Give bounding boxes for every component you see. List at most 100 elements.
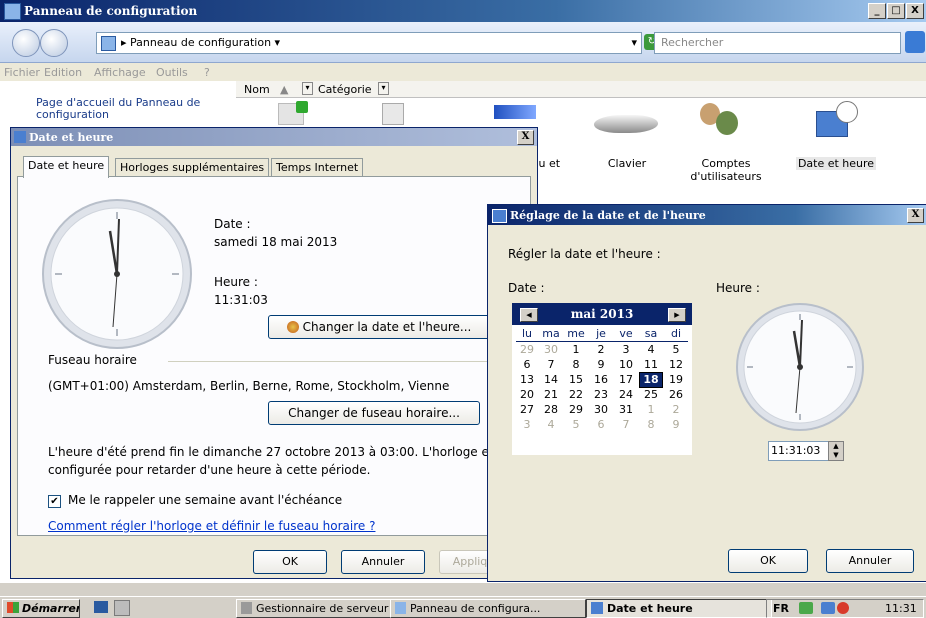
item-label-users[interactable]: Comptes d'utilisateurs (686, 157, 766, 183)
calendar-day[interactable]: 28 (540, 403, 562, 417)
calendar-day[interactable]: 27 (516, 403, 538, 417)
change-timezone-button[interactable]: Changer de fuseau horaire... (268, 401, 480, 425)
calendar-day[interactable]: 22 (565, 388, 587, 402)
alert-icon[interactable] (837, 602, 849, 614)
cancel-button[interactable]: Annuler (826, 549, 914, 573)
calendar-day[interactable]: 26 (665, 388, 687, 402)
calendar-day[interactable]: 29 (565, 403, 587, 417)
calendar-day[interactable]: 5 (565, 418, 587, 432)
calendar-day[interactable]: 31 (615, 403, 637, 417)
calendar-day[interactable]: 21 (540, 388, 562, 402)
next-month-icon[interactable]: ▶ (668, 308, 686, 322)
calendar-day[interactable]: 7 (615, 418, 637, 432)
calendar-day[interactable]: 8 (640, 418, 662, 432)
calendar-day[interactable]: 30 (590, 403, 612, 417)
menu-help[interactable]: ? (204, 66, 210, 79)
calendar-day[interactable]: 9 (665, 418, 687, 432)
calendar-day[interactable]: 9 (590, 358, 612, 372)
calendar-day[interactable]: 18 (639, 372, 663, 388)
chevron-down-icon[interactable]: ▾ (271, 36, 281, 49)
close-button[interactable]: X (906, 3, 924, 19)
calendar-day[interactable]: 2 (665, 403, 687, 417)
change-date-time-button[interactable]: Changer la date et l'heure... (268, 315, 490, 339)
search-icon[interactable] (905, 31, 925, 53)
keyboard-icon[interactable] (592, 115, 660, 133)
calendar-day[interactable]: 16 (590, 373, 612, 387)
reminder-label[interactable]: Me le rappeler une semaine avant l'échéa… (68, 493, 342, 507)
task-server-manager[interactable]: Gestionnaire de serveur (236, 599, 392, 618)
search-input[interactable]: Rechercher (654, 32, 901, 54)
control-panel-titlebar[interactable]: Panneau de configuration _ □ X (0, 0, 926, 22)
document-icon[interactable] (382, 103, 404, 125)
calendar-day[interactable]: 4 (540, 418, 562, 432)
back-icon[interactable] (12, 29, 40, 57)
calendar-day[interactable]: 6 (590, 418, 612, 432)
close-button[interactable]: X (907, 208, 924, 223)
column-name[interactable]: Nom (244, 83, 270, 96)
maximize-button[interactable]: □ (887, 3, 905, 19)
forward-icon[interactable] (40, 29, 68, 57)
calendar-day[interactable]: 5 (665, 343, 687, 357)
calendar-day[interactable]: 3 (516, 418, 538, 432)
calendar-day[interactable]: 12 (665, 358, 687, 372)
calendar-day[interactable]: 17 (615, 373, 637, 387)
start-button[interactable]: Démarrer (2, 599, 80, 618)
calendar-day[interactable]: 14 (540, 373, 562, 387)
monitor-icon[interactable] (821, 602, 835, 614)
calendar-day[interactable]: 4 (640, 343, 662, 357)
calendar[interactable]: ◀ mai 2013 ▶ lu ma me je ve sa di 29 30 1 2 3 4 5 6 7 8… (512, 303, 692, 455)
calendar-day[interactable]: 6 (516, 358, 538, 372)
tray-clock[interactable]: 11:31 (885, 602, 917, 615)
tab-date-time[interactable]: Date et heure (23, 156, 110, 178)
address-field[interactable]: ▸ Panneau de configuration ▾ ▾ (96, 32, 642, 54)
dialog-titlebar[interactable]: Réglage de la date et de l'heure X (488, 205, 926, 225)
minimize-button[interactable]: _ (868, 3, 886, 19)
language-indicator[interactable]: FR (773, 602, 789, 615)
calendar-day[interactable]: 10 (615, 358, 637, 372)
home-link[interactable]: Page d'accueil du Panneau de configurati… (36, 97, 216, 121)
calendar-day[interactable]: 1 (565, 343, 587, 357)
calendar-day[interactable]: 15 (565, 373, 587, 387)
calendar-day[interactable]: 7 (540, 358, 562, 372)
dialog-titlebar[interactable]: Date et heure X (11, 128, 537, 146)
calendar-day[interactable]: 8 (565, 358, 587, 372)
calendar-day[interactable]: 29 (516, 343, 538, 357)
task-date-time[interactable]: Date et heure (586, 599, 772, 618)
ok-button[interactable]: OK (728, 549, 808, 573)
time-input[interactable]: 11:31:03 (768, 441, 830, 461)
task-control-panel[interactable]: Panneau de configura... (390, 599, 586, 618)
address-dropdown-icon[interactable]: ▾ (631, 36, 637, 49)
server-manager-quick-icon[interactable] (114, 600, 130, 616)
column-filter-icon[interactable]: ▾ (302, 82, 313, 95)
menu-outils[interactable]: Outils (156, 66, 188, 79)
ok-button[interactable]: OK (253, 550, 327, 574)
tab-additional-clocks[interactable]: Horloges supplémentaires (115, 158, 270, 177)
menu-affichage[interactable]: Affichage (94, 66, 146, 79)
reminder-checkbox[interactable]: ✔ (48, 495, 61, 508)
item-label-keyboard[interactable]: Clavier (602, 157, 652, 170)
cancel-button[interactable]: Annuler (341, 550, 425, 574)
calendar-day[interactable]: 23 (590, 388, 612, 402)
help-link[interactable]: Comment régler l'horloge et définir le f… (48, 519, 375, 533)
calendar-day[interactable]: 13 (516, 373, 538, 387)
calendar-day[interactable]: 19 (665, 373, 687, 387)
menu-edition[interactable]: Edition (44, 66, 82, 79)
calendar-day[interactable]: 20 (516, 388, 538, 402)
calendar-day[interactable]: 25 (640, 388, 662, 402)
column-category[interactable]: Catégorie (318, 83, 372, 96)
tab-internet-time[interactable]: Temps Internet (271, 158, 364, 177)
calendar-day[interactable]: 2 (590, 343, 612, 357)
close-button[interactable]: X (517, 130, 534, 145)
calendar-day[interactable]: 3 (615, 343, 637, 357)
item-label-date-time[interactable]: Date et heure (796, 157, 876, 170)
time-spinner[interactable]: ▲ ▼ (828, 441, 844, 461)
menu-fichier[interactable]: Fichier (4, 66, 40, 79)
network-status-icon[interactable] (799, 602, 813, 614)
calendar-day[interactable]: 11 (640, 358, 662, 372)
calendar-day[interactable]: 30 (540, 343, 562, 357)
network-icon[interactable] (494, 105, 536, 119)
column-filter-icon[interactable]: ▾ (378, 82, 389, 95)
calendar-day[interactable]: 1 (640, 403, 662, 417)
calendar-day[interactable]: 24 (615, 388, 637, 402)
show-desktop-icon[interactable] (94, 601, 108, 613)
